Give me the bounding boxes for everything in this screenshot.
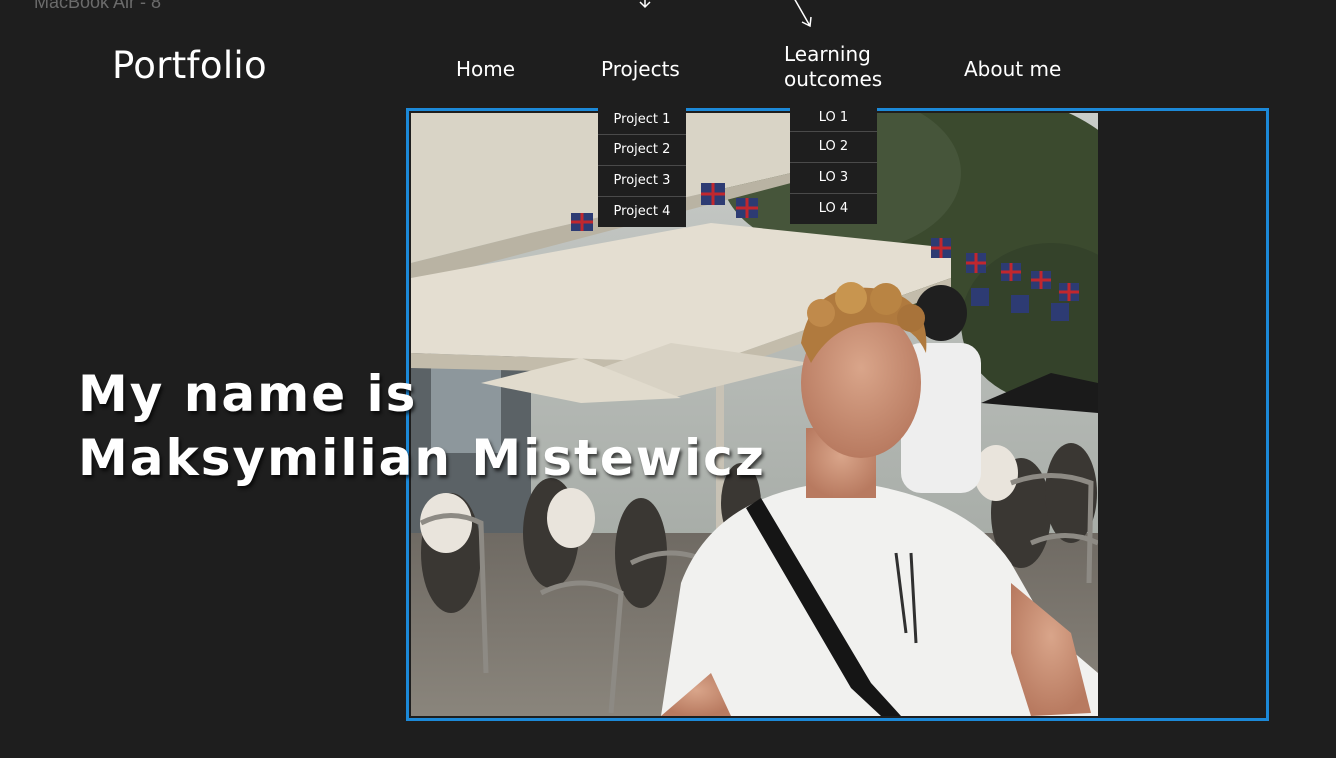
dropdown-item-project-4[interactable]: Project 4 [598, 197, 686, 227]
nav-learning-outcomes[interactable]: Learning outcomes [784, 42, 882, 92]
arrow-diagonal-icon [794, 0, 812, 28]
dropdown-item-project-2[interactable]: Project 2 [598, 135, 686, 166]
dropdown-item-project-1[interactable]: Project 1 [598, 106, 686, 135]
dropdown-item-lo-3[interactable]: LO 3 [790, 163, 877, 194]
dropdown-item-lo-1[interactable]: LO 1 [790, 104, 877, 132]
hero-heading-line1: My name is [78, 365, 418, 423]
projects-dropdown: Project 1 Project 2 Project 3 Project 4 [598, 106, 686, 227]
site-logo[interactable]: Portfolio [112, 44, 267, 87]
frame-label: MacBook Air - 8 [34, 0, 162, 12]
learning-outcomes-dropdown: LO 1 LO 2 LO 3 LO 4 [790, 104, 877, 224]
dropdown-item-lo-2[interactable]: LO 2 [790, 132, 877, 163]
nav-projects[interactable]: Projects [601, 56, 680, 82]
nav-home[interactable]: Home [456, 56, 515, 82]
dropdown-item-project-3[interactable]: Project 3 [598, 166, 686, 197]
nav-learning-label-line2: outcomes [784, 67, 883, 91]
hero-heading: My name is Maksymilian Mistewicz [78, 362, 766, 490]
arrow-down-icon [639, 0, 651, 9]
nav-about-me[interactable]: About me [964, 56, 1061, 82]
hero-heading-line2: Maksymilian Mistewicz [78, 429, 766, 487]
nav-learning-label-line1: Learning [784, 42, 871, 66]
dropdown-item-lo-4[interactable]: LO 4 [790, 194, 877, 224]
